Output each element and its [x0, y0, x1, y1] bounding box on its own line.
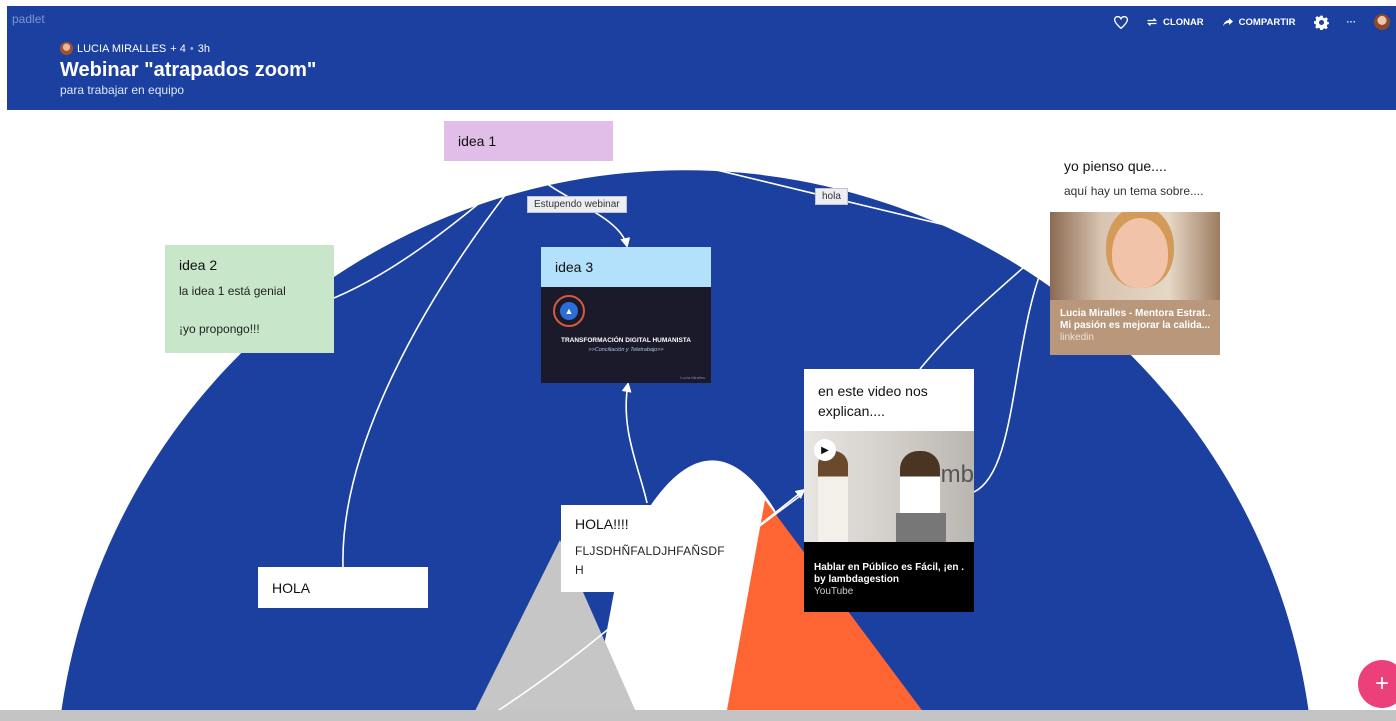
thumb-podium: [896, 513, 946, 542]
video-source: YouTube: [814, 586, 854, 597]
thumb-sign-text: mb: [940, 461, 974, 488]
header-toolbar: CLONAR COMPARTIR ···: [1114, 14, 1390, 30]
post-image[interactable]: ▲ TRANSFORMACIÓN DIGITAL HUMANISTA >>Con…: [541, 287, 711, 383]
link-description: Mi pasión es mejorar la calida...: [1060, 320, 1210, 331]
page-title[interactable]: Webinar "atrapados zoom": [60, 59, 316, 82]
thumb-person-left: [818, 451, 848, 542]
linkedin-attachment[interactable]: Lucia Miralles - Mentora Estrat... Mi pa…: [1050, 212, 1220, 355]
padlet-header: padlet LUCIA MIRALLES + 4 • 3h Webinar "…: [7, 6, 1396, 110]
post-body: FLJSDHÑFALDJHFAÑSDF H: [575, 544, 725, 577]
clone-label: CLONAR: [1163, 16, 1204, 28]
link-source: linkedin: [1060, 332, 1094, 343]
share-button[interactable]: COMPARTIR: [1222, 17, 1296, 28]
post-idea-2[interactable]: idea 2 la idea 1 está genial ¡yo propong…: [165, 245, 334, 353]
author-info: LUCIA MIRALLES + 4 • 3h: [60, 42, 210, 55]
post-idea-1[interactable]: idea 1: [444, 121, 613, 161]
video-title: Hablar en Público es Fácil, ¡en ...: [814, 562, 964, 573]
post-body: aquí hay un tema sobre....: [1064, 184, 1204, 198]
settings-button[interactable]: [1313, 15, 1329, 30]
post-idea-3[interactable]: idea 3 ▲ TRANSFORMACIÓN DIGITAL HUMANIST…: [541, 247, 711, 383]
image-subtitle: >>Conciliación y Teletrabajo>>: [588, 347, 664, 353]
image-title: TRANSFORMACIÓN DIGITAL HUMANISTA: [561, 337, 691, 344]
page-subtitle[interactable]: para trabajar en equipo: [60, 83, 184, 97]
post-body: la idea 1 está genial: [179, 284, 286, 298]
post-body-2: ¡yo propongo!!!: [179, 322, 260, 336]
video-thumbnail[interactable]: mb ▶: [804, 431, 974, 542]
profile-face: [1112, 218, 1168, 288]
contributors-count[interactable]: + 4: [170, 43, 186, 55]
post-time: 3h: [197, 42, 210, 55]
heart-icon: [1114, 15, 1129, 29]
post-title: idea 3: [555, 259, 594, 275]
post-hola[interactable]: HOLA: [258, 567, 428, 608]
brand-logo-icon: ▲: [553, 295, 585, 327]
post-title: idea 2: [179, 257, 218, 273]
gear-icon: [1313, 15, 1329, 30]
share-label: COMPARTIR: [1238, 16, 1296, 28]
link-info: Lucia Miralles - Mentora Estrat... Mi pa…: [1050, 300, 1220, 352]
post-header: idea 3: [541, 247, 711, 287]
meta-separator: •: [189, 42, 194, 55]
post-title: en este video nos explican....: [804, 369, 974, 431]
link-title: Lucia Miralles - Mentora Estrat...: [1060, 308, 1210, 319]
padlet-logo[interactable]: padlet: [12, 12, 45, 26]
video-channel: by lambdagestion: [814, 574, 900, 585]
repeat-icon: [1146, 18, 1158, 26]
post-title: idea 1: [458, 133, 497, 149]
clone-button[interactable]: CLONAR: [1146, 17, 1204, 28]
bottom-bar: [0, 710, 1396, 721]
image-credit: Lucía Miralles: [680, 375, 705, 380]
post-yo-pienso[interactable]: yo pienso que.... aquí hay un tema sobre…: [1050, 152, 1220, 206]
share-arrow-icon: [1222, 18, 1233, 27]
connection-label-hola[interactable]: hola: [815, 188, 848, 205]
user-avatar[interactable]: [1374, 14, 1390, 30]
author-avatar[interactable]: [60, 42, 73, 55]
author-name[interactable]: LUCIA MIRALLES: [77, 43, 166, 55]
more-button[interactable]: ···: [1347, 17, 1357, 28]
video-info: Hablar en Público es Fácil, ¡en ... by l…: [804, 542, 974, 598]
play-icon[interactable]: ▶: [814, 439, 836, 461]
post-title: HOLA: [272, 580, 311, 596]
connection-label-estupendo[interactable]: Estupendo webinar: [527, 196, 627, 213]
post-video[interactable]: en este video nos explican.... mb ▶ Habl…: [804, 369, 974, 612]
post-title: yo pienso que....: [1064, 158, 1167, 174]
post-title: HOLA!!!!: [575, 516, 629, 532]
profile-photo: [1050, 212, 1220, 300]
post-hola-2[interactable]: HOLA!!!! FLJSDHÑFALDJHFAÑSDF H: [561, 505, 731, 592]
like-button[interactable]: [1114, 15, 1129, 29]
